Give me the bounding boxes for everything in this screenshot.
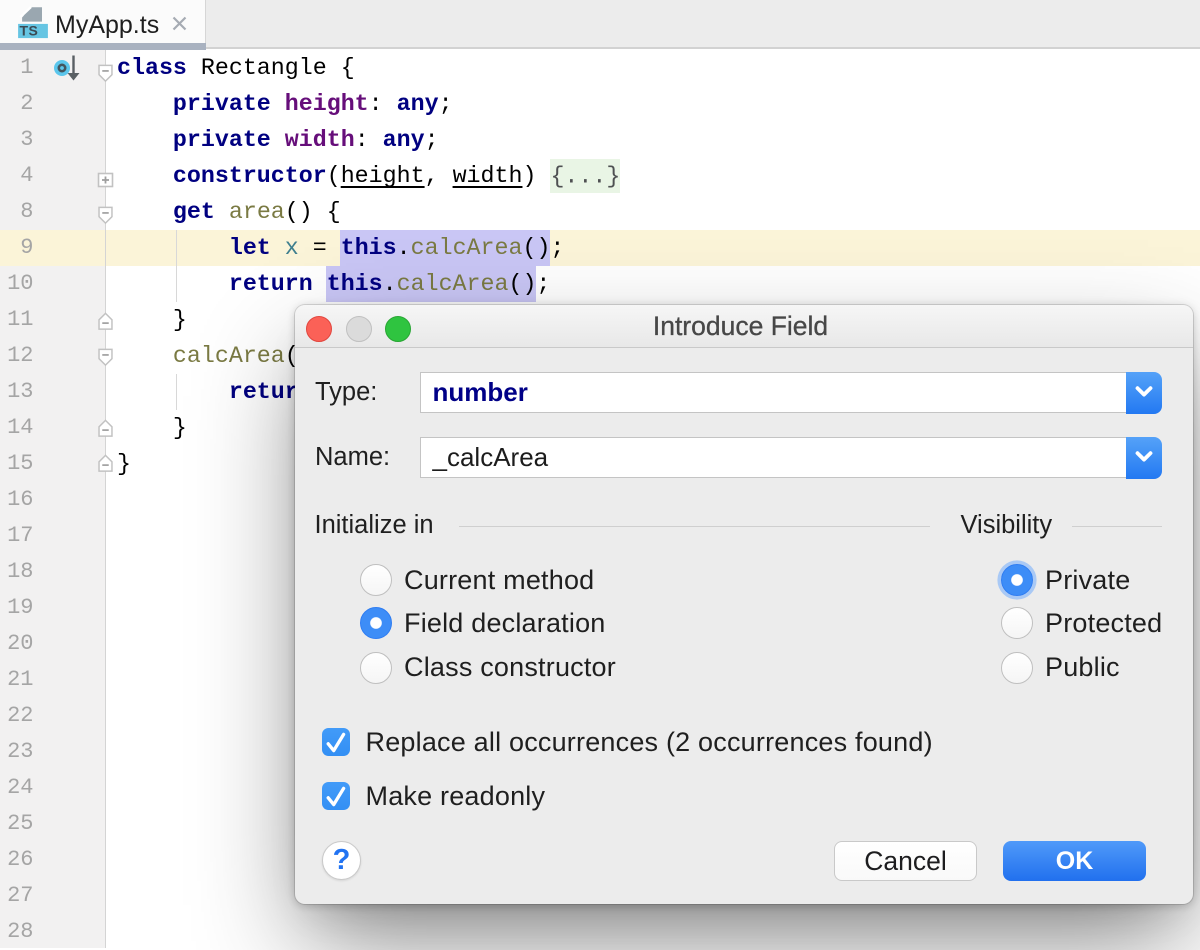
- svg-text:TS: TS: [19, 22, 38, 38]
